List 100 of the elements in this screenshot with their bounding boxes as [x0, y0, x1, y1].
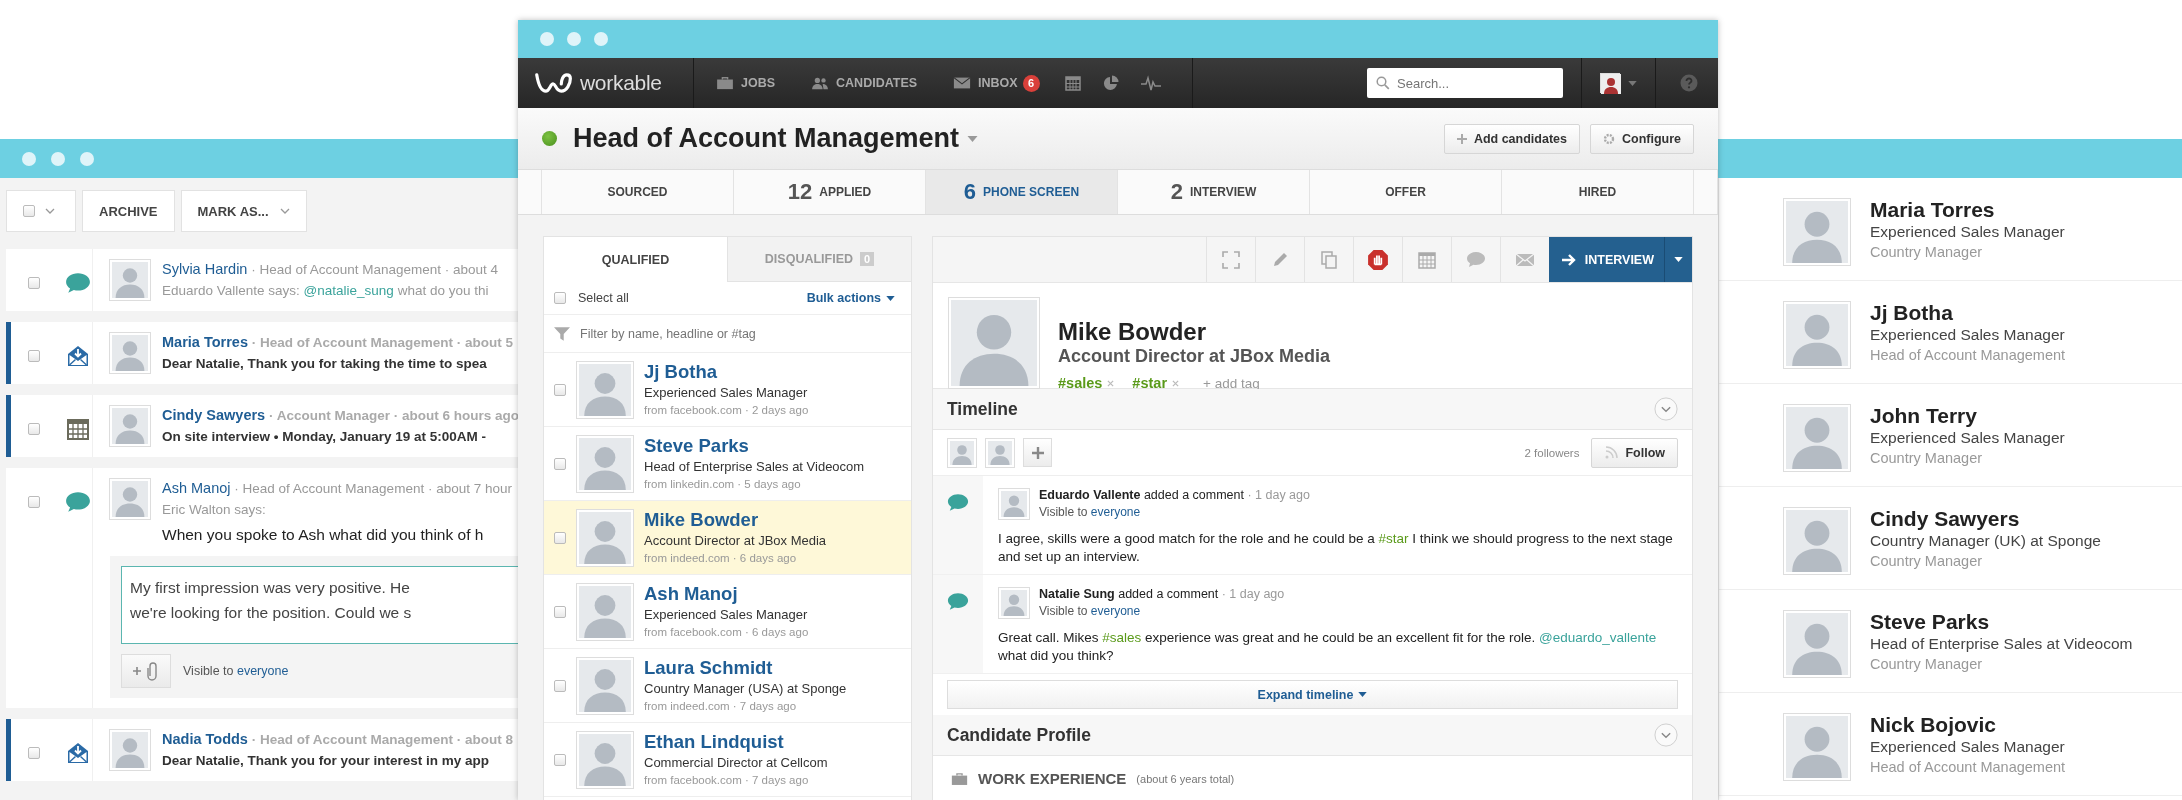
checkbox[interactable]: [554, 292, 566, 304]
avatar-placeholder: [576, 582, 634, 641]
checkbox[interactable]: [554, 605, 566, 618]
candidate-name[interactable]: Ethan Lindquist: [644, 730, 828, 753]
job-title[interactable]: Head of Account Management: [573, 123, 960, 154]
avatar-placeholder: [576, 434, 634, 493]
candidate-name[interactable]: Mike Bowder: [644, 508, 827, 531]
reply-field[interactable]: My first impression was very positive. He we're looking for the position. Could we s: [121, 566, 518, 644]
select-dropdown[interactable]: [6, 190, 76, 232]
checkbox[interactable]: [28, 423, 40, 435]
candidate-source: from facebook.com · 6 days ago: [644, 624, 809, 640]
candidate-row[interactable]: Steve Parks Head of Enterprise Sales at Videocom from linkedin.com · 5 days ago: [544, 427, 911, 501]
bulk-actions-dropdown[interactable]: Bulk actions: [800, 290, 901, 306]
candidate-name[interactable]: Laura Schmidt: [644, 656, 847, 679]
collapse-chevron-icon[interactable]: [1654, 723, 1678, 747]
person-row[interactable]: Steve Parks Head of Enterprise Sales at Videocom Country Manager: [1719, 590, 2182, 693]
mark-as-dropdown[interactable]: MARK AS...: [180, 190, 307, 232]
follow-button[interactable]: Follow: [1591, 437, 1678, 468]
avatar-placeholder: [1783, 713, 1851, 781]
activity-row[interactable]: Maria Torres · Head of Account Management · about 5 Dear Natalie, Thank you for taking the time to spea: [6, 322, 518, 384]
envelope-icon: [65, 741, 91, 765]
checkbox[interactable]: [554, 531, 566, 544]
audience-link[interactable]: everyone: [236, 664, 289, 678]
person-row[interactable]: Nick Bojovic Experienced Sales Manager Head of Account Management: [1719, 693, 2182, 796]
checkbox[interactable]: [554, 679, 566, 692]
person-link[interactable]: Sylvia Hardin: [162, 261, 248, 277]
window-dot-icon: [567, 32, 581, 46]
collapse-chevron-icon[interactable]: [1654, 397, 1678, 421]
avatar-placeholder: [109, 405, 151, 447]
expand-timeline-button[interactable]: Expand timeline: [947, 680, 1678, 709]
avatar-placeholder: [1783, 198, 1851, 266]
avatar-placeholder: [1783, 507, 1851, 575]
checkbox[interactable]: [554, 383, 566, 396]
checkbox[interactable]: [554, 753, 566, 766]
plus-icon: [1031, 446, 1044, 459]
avatar-placeholder: [109, 729, 151, 771]
person-row[interactable]: Jj Botha Experienced Sales Manager Head of Account Management: [1719, 281, 2182, 384]
candidate-headline: Account Director at JBox Media: [644, 531, 827, 550]
search-field[interactable]: Search...: [1367, 68, 1563, 98]
attach-button[interactable]: [121, 654, 171, 688]
window-dot-icon: [80, 151, 94, 166]
person-row[interactable]: John Terry Experienced Sales Manager Country Manager: [1719, 384, 2182, 487]
archive-button[interactable]: ARCHIVE: [82, 190, 175, 232]
checkbox[interactable]: [28, 277, 40, 289]
audience-link[interactable]: everyone: [1090, 505, 1141, 519]
activity-row[interactable]: Nadia Todds · Head of Account Management · about 8 Dear Natalie, Thank you for your interest in my app: [6, 719, 518, 781]
remove-icon[interactable]: [1107, 379, 1115, 387]
tag-link[interactable]: #sales: [1102, 630, 1142, 645]
candidate-name[interactable]: Jj Botha: [644, 360, 809, 383]
remove-icon[interactable]: [1172, 379, 1180, 387]
checkbox[interactable]: [28, 350, 40, 362]
avatar-placeholder: [1783, 610, 1851, 678]
configure-button[interactable]: Configure: [1589, 123, 1694, 154]
person-link[interactable]: Cindy Sawyers: [162, 407, 266, 423]
tag-link[interactable]: #star: [1378, 531, 1409, 546]
checkbox[interactable]: [28, 496, 40, 508]
person-row[interactable]: Cindy Sawyers Country Manager (UK) at Sponge Country Manager: [1719, 487, 2182, 590]
add-follower-button[interactable]: [1023, 438, 1052, 467]
nav-link[interactable]: INBOX 6: [931, 58, 1054, 108]
avatar-placeholder: [1783, 301, 1851, 369]
candidate-headline: Experienced Sales Manager: [644, 605, 809, 624]
checkbox[interactable]: [554, 457, 566, 470]
envelope-icon: [1514, 252, 1535, 267]
activity-row[interactable]: Cindy Sawyers · Account Manager · about 6 hours ago On site interview • Monday, January 19 at 5:00AM -: [6, 395, 518, 457]
person-job: Head of Account Management: [1870, 758, 2066, 777]
candidate-row[interactable]: Mike Bowder Account Director at JBox Media from indeed.com · 6 days ago: [544, 501, 911, 575]
candidate-name[interactable]: Steve Parks: [644, 434, 865, 457]
activity-summary: Dear Natalie, Thank you for taking the time to spea: [162, 355, 488, 373]
nav-link[interactable]: CANDIDATES: [789, 58, 932, 108]
activity-meta: · Head of Account Management · about 5: [251, 335, 513, 350]
help-icon[interactable]: [1680, 74, 1698, 92]
avatar-placeholder: [109, 332, 151, 374]
logo-text[interactable]: workable: [580, 71, 662, 95]
person-link[interactable]: Ash Manoj: [162, 480, 231, 496]
candidate-source: from indeed.com · 6 days ago: [644, 550, 798, 566]
person-row[interactable]: Maria Torres Experienced Sales Manager Country Manager: [1719, 178, 2182, 281]
candidate-row[interactable]: Ethan Lindquist Commercial Director at Cellcom from facebook.com · 7 days ago: [544, 723, 911, 797]
person-headline: Head of Enterprise Sales at Videocom: [1870, 634, 2133, 654]
nav-link[interactable]: JOBS: [694, 58, 790, 108]
avatar-placeholder: [998, 488, 1030, 520]
stage-tab[interactable]: 6 PHONE SCREEN: [926, 170, 1118, 214]
activity-row[interactable]: [6, 468, 518, 708]
candidate-row[interactable]: Laura Schmidt Country Manager (USA) at Sponge from indeed.com · 7 days ago: [544, 649, 911, 723]
person-link[interactable]: Nadia Todds: [162, 731, 248, 747]
person-link[interactable]: Maria Torres: [162, 334, 248, 350]
activity-row[interactable]: Sylvia Hardin · Head of Account Management · about 4 Eduardo Vallente says: @natalie_sung what do you thi: [6, 249, 518, 311]
caret-icon: [1674, 257, 1683, 262]
caret-icon: [1628, 80, 1637, 86]
select-all-label: Select all: [578, 291, 629, 305]
candidate-row[interactable]: Jj Botha Experienced Sales Manager from facebook.com · 2 days ago: [544, 353, 911, 427]
candidate-name[interactable]: Ash Manoj: [644, 582, 809, 605]
avatar-placeholder: [109, 478, 151, 520]
avatar-placeholder: [109, 259, 151, 301]
status-dot: [542, 131, 557, 146]
audience-link[interactable]: everyone: [1090, 604, 1141, 618]
person-job: Country Manager: [1870, 552, 1984, 571]
add-candidates-button[interactable]: Add candidates: [1443, 123, 1580, 154]
user-avatar-icon: [1600, 73, 1620, 93]
candidate-row[interactable]: Ash Manoj Experienced Sales Manager from facebook.com · 6 days ago: [544, 575, 911, 649]
checkbox[interactable]: [28, 747, 40, 759]
